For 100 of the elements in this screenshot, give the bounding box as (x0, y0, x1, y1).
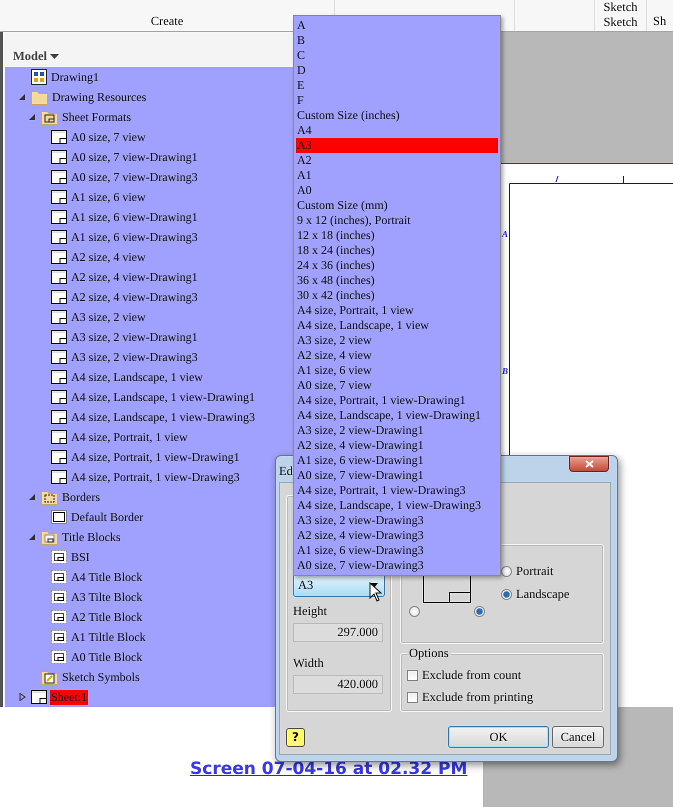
tree-item[interactable]: Drawing Resources (51, 90, 148, 104)
dropdown-option[interactable]: 18 x 24 (inches) (296, 243, 498, 258)
dropdown-option[interactable]: 36 x 48 (inches) (296, 273, 498, 288)
dropdown-option[interactable]: A4 size, Portrait, 1 view (296, 303, 498, 318)
tree-item[interactable]: A0 size, 7 view-Drawing3 (70, 170, 199, 184)
collapse-arrow-icon[interactable] (19, 93, 26, 101)
dropdown-option[interactable]: A4 size, Portrait, 1 view-Drawing3 (296, 483, 498, 498)
tree-item[interactable]: Drawing1 (50, 70, 100, 84)
tree-item[interactable]: A3 size, 2 view-Drawing3 (70, 350, 199, 364)
dropdown-option[interactable]: A4 size, Landscape, 1 view (296, 318, 498, 333)
dropdown-option[interactable]: A2 size, 4 view (296, 348, 498, 363)
tree-item[interactable]: Sheet Formats (61, 110, 132, 124)
tree-item[interactable]: A2 Title Block (70, 610, 144, 624)
radio-button[interactable] (501, 566, 512, 577)
dropdown-option[interactable]: A0 (296, 183, 498, 198)
dropdown-option[interactable]: A0 size, 7 view (296, 378, 498, 393)
screenshot-link[interactable]: Screen 07-04-16 at 02.32 PM (190, 759, 468, 779)
dropdown-option[interactable]: A3 size, 2 view-Drawing1 (296, 423, 498, 438)
dropdown-option[interactable]: A4 (296, 123, 498, 138)
tree-item[interactable]: Default Border (70, 510, 144, 524)
collapse-arrow-icon[interactable] (29, 493, 36, 501)
dropdown-option[interactable]: A0 size, 7 view-Drawing1 (296, 468, 498, 483)
dropdown-option[interactable]: Custom Size (inches) (296, 108, 498, 123)
dropdown-option[interactable]: 30 x 42 (inches) (296, 288, 498, 303)
tree-item[interactable]: A2 size, 4 view-Drawing3 (70, 290, 199, 304)
dropdown-option[interactable]: A0 size, 7 view-Drawing3 (296, 558, 498, 573)
dropdown-option[interactable]: C (296, 48, 498, 63)
caret-icon[interactable] (50, 54, 60, 59)
title-block-icon (51, 610, 67, 624)
tree-item[interactable]: A4 Title Block (70, 570, 144, 584)
tree-item[interactable]: A1 size, 6 view-Drawing1 (70, 210, 199, 224)
dropdown-option[interactable]: B (296, 33, 498, 48)
ribbon-group-label: Sh (653, 14, 666, 29)
dropdown-option[interactable]: A1 size, 6 view-Drawing1 (296, 453, 498, 468)
dropdown-option[interactable]: A4 size, Portrait, 1 view-Drawing1 (296, 393, 498, 408)
tree-item[interactable]: A4 size, Landscape, 1 view-Drawing1 (70, 390, 256, 404)
help-button[interactable]: ? (286, 728, 305, 746)
dropdown-option[interactable]: A2 (296, 153, 498, 168)
tree-item[interactable]: A2 size, 4 view-Drawing1 (70, 270, 199, 284)
dropdown-option[interactable]: A3 (296, 138, 498, 153)
height-field[interactable]: 297.000 (293, 623, 383, 642)
radio-button[interactable] (409, 606, 420, 617)
tree-item[interactable]: Title Blocks (61, 530, 122, 544)
expand-arrow-icon[interactable] (19, 693, 26, 701)
border-icon (51, 510, 67, 524)
ok-button[interactable]: OK (448, 726, 549, 748)
browser-title[interactable]: Model (13, 48, 48, 64)
sheet-format-icon (51, 410, 67, 424)
tree-item[interactable]: A3 size, 2 view-Drawing1 (70, 330, 199, 344)
zone-label: B (502, 366, 508, 376)
dropdown-option[interactable]: A1 size, 6 view-Drawing3 (296, 543, 498, 558)
tree-item[interactable]: A3 Tilte Block (70, 590, 144, 604)
collapse-arrow-icon[interactable] (29, 533, 36, 541)
dropdown-option[interactable]: 24 x 36 (inches) (296, 258, 498, 273)
dropdown-option[interactable]: A1 size, 6 view (296, 363, 498, 378)
dropdown-option[interactable]: A3 size, 2 view (296, 333, 498, 348)
tree-item[interactable]: A1 size, 6 view (70, 190, 147, 204)
dropdown-option[interactable]: A4 size, Landscape, 1 view-Drawing3 (296, 498, 498, 513)
collapse-arrow-icon[interactable] (29, 113, 36, 121)
tree-item[interactable]: Borders (61, 490, 101, 504)
title-block-icon (51, 630, 67, 644)
checkbox[interactable] (407, 692, 418, 703)
tree-item[interactable]: A1 size, 6 view-Drawing3 (70, 230, 199, 244)
tree-item[interactable]: A4 size, Landscape, 1 view-Drawing3 (70, 410, 256, 424)
dropdown-option[interactable]: 12 x 18 (inches) (296, 228, 498, 243)
width-field[interactable]: 420.000 (293, 675, 383, 694)
tree-item[interactable]: A2 size, 4 view (70, 250, 147, 264)
dropdown-option[interactable]: E (296, 78, 498, 93)
dropdown-option[interactable]: A (296, 18, 498, 33)
dropdown-option[interactable]: D (296, 63, 498, 78)
checkbox[interactable] (407, 670, 418, 681)
tree-item[interactable]: A4 size, Portrait, 1 view-Drawing1 (70, 450, 241, 464)
tree-item[interactable]: A4 size, Portrait, 1 view (70, 430, 189, 444)
dropdown-option[interactable]: A2 size, 4 view-Drawing1 (296, 438, 498, 453)
tree-item[interactable]: Sheet:1 (50, 690, 88, 704)
tree-item[interactable]: Sketch Symbols (61, 670, 141, 684)
sheet-format-icon (51, 310, 67, 324)
dropdown-option[interactable]: A1 (296, 168, 498, 183)
sheet-format-icon (51, 350, 67, 364)
dropdown-option[interactable]: A4 size, Landscape, 1 view-Drawing1 (296, 408, 498, 423)
tree-item[interactable]: A0 size, 7 view-Drawing1 (70, 150, 199, 164)
dropdown-option[interactable]: Custom Size (mm) (296, 198, 498, 213)
dropdown-option[interactable]: A2 size, 4 view-Drawing3 (296, 528, 498, 543)
tree-item[interactable]: A1 Tiltle Block (70, 630, 147, 644)
dropdown-option[interactable]: F (296, 93, 498, 108)
folder-titleblock-icon (41, 529, 58, 545)
tree-item[interactable]: A3 size, 2 view (70, 310, 147, 324)
cancel-button[interactable]: Cancel (552, 726, 604, 748)
radio-button[interactable] (474, 606, 485, 617)
dropdown-option[interactable]: A3 size, 2 view-Drawing3 (296, 513, 498, 528)
tree-item[interactable]: BSI (70, 550, 91, 564)
dialog-title: Ed (279, 463, 293, 479)
title-block-icon (51, 550, 67, 564)
radio-button[interactable] (501, 589, 512, 600)
tree-item[interactable]: A4 size, Landscape, 1 view (70, 370, 204, 384)
dropdown-option[interactable]: 9 x 12 (inches), Portrait (296, 213, 498, 228)
tree-item[interactable]: A0 Title Block (70, 650, 144, 664)
tree-item[interactable]: A0 size, 7 view (70, 130, 147, 144)
tree-item[interactable]: A4 size, Portrait, 1 view-Drawing3 (70, 470, 241, 484)
close-button[interactable] (569, 456, 609, 472)
